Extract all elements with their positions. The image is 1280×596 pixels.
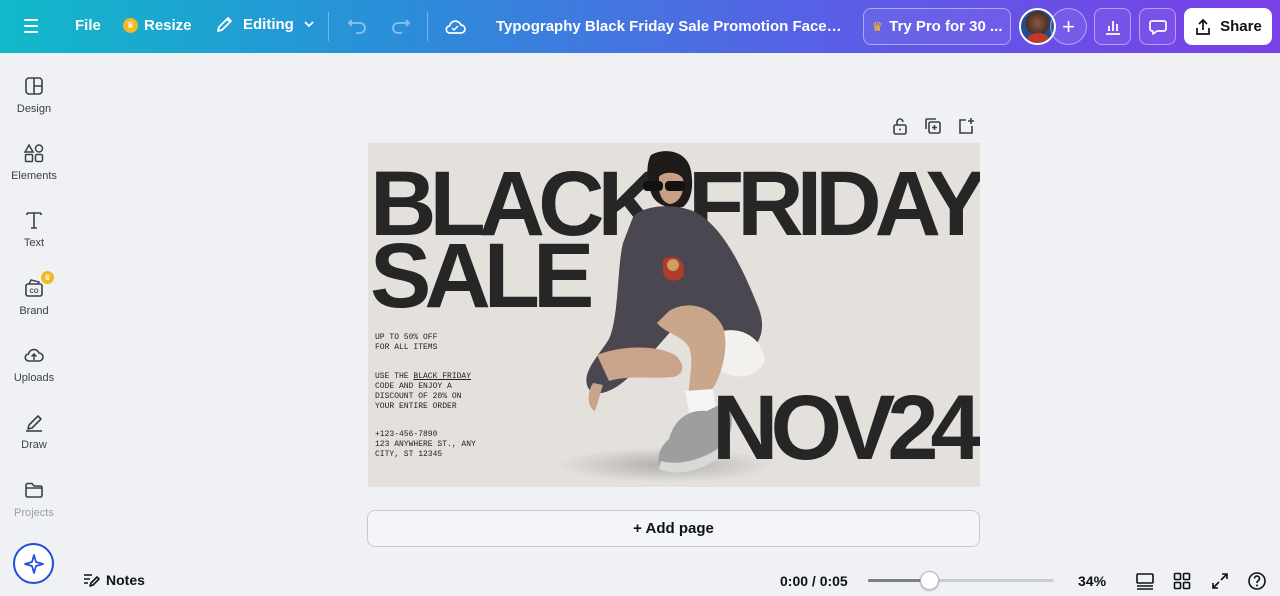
undo-icon[interactable]	[346, 15, 368, 37]
timeline-slider[interactable]	[868, 571, 1054, 590]
plus-icon: +	[1062, 13, 1075, 39]
sidebar-item-projects[interactable]: Projects	[0, 479, 68, 519]
grid-view-icon[interactable]	[1172, 571, 1192, 591]
sidebar-item-label: Elements	[11, 170, 57, 182]
editing-label: Editing	[243, 15, 294, 33]
top-toolbar: File ♛ Resize Editing Typography Black F…	[0, 0, 1280, 53]
file-label: File	[75, 17, 101, 34]
sparkle-icon	[23, 553, 44, 574]
menu-icon[interactable]	[22, 16, 44, 36]
code-rest: CODE AND ENJOY A DISCOUNT OF 20% ON YOUR…	[375, 382, 462, 411]
sidebar-item-elements[interactable]: Elements	[0, 142, 68, 182]
svg-text:CO: CO	[30, 289, 39, 295]
draw-icon	[26, 415, 42, 432]
add-page-label: + Add page	[633, 520, 714, 537]
share-label: Share	[1220, 18, 1262, 35]
chevron-down-icon	[304, 21, 314, 28]
toolbar-divider	[328, 12, 329, 41]
editing-mode-button[interactable]: Editing	[215, 14, 316, 34]
pencil-icon	[217, 17, 232, 32]
headline-date: NOV24	[712, 377, 980, 479]
fullscreen-icon[interactable]	[1210, 571, 1230, 591]
offer-text: UP TO 50% OFF FOR ALL ITEMS	[375, 333, 438, 352]
toolbar-divider	[427, 12, 428, 41]
notes-icon	[84, 574, 100, 587]
crown-icon: ♛	[871, 18, 884, 34]
sidebar-item-text[interactable]: Text	[0, 209, 68, 249]
insights-button[interactable]	[1094, 8, 1131, 45]
try-pro-label: Try Pro for 30 ...	[889, 18, 1003, 35]
redo-icon[interactable]	[390, 15, 412, 37]
add-page-button[interactable]: + Add page	[367, 510, 980, 547]
design-icon	[25, 77, 43, 95]
add-page-icon[interactable]	[956, 116, 976, 136]
timeline-slider-thumb[interactable]	[920, 571, 940, 590]
uploads-icon	[24, 348, 44, 362]
code-prefix: USE THE	[375, 372, 414, 381]
cloud-saved-icon[interactable]	[443, 15, 467, 37]
bar-chart-icon	[1105, 20, 1120, 35]
resize-label: Resize	[144, 17, 192, 34]
headline-sale: SALE	[370, 225, 594, 327]
magic-assistant-button[interactable]	[13, 543, 54, 584]
code-link: BLACK FRIDAY	[413, 372, 472, 381]
upload-share-icon	[1196, 18, 1210, 35]
sidebar-item-label: Uploads	[13, 372, 55, 384]
left-sidebar: Design Elements Text ♛ CO Brand Uploads …	[0, 53, 68, 596]
elements-icon	[23, 143, 44, 163]
contact-text: +123-456-7890 123 ANYWHERE ST., ANY CITY…	[375, 430, 476, 459]
projects-icon	[25, 482, 43, 498]
sidebar-item-brand[interactable]: ♛ CO Brand	[0, 271, 68, 317]
crown-icon: ♛	[41, 271, 54, 284]
sidebar-item-uploads[interactable]: Uploads	[0, 344, 68, 384]
zoom-level[interactable]: 34%	[1078, 573, 1106, 589]
timer-readout: 0:00 / 0:05	[780, 573, 848, 589]
crown-icon: ♛	[123, 18, 138, 33]
sidebar-item-label: Draw	[21, 439, 47, 451]
comment-icon	[1148, 19, 1167, 35]
notes-button[interactable]: Notes	[82, 571, 145, 589]
sidebar-item-label: Projects	[14, 507, 54, 519]
sidebar-item-design[interactable]: Design	[0, 75, 68, 115]
text-icon	[26, 212, 42, 229]
duplicate-page-icon[interactable]	[923, 116, 943, 136]
comments-button[interactable]	[1139, 8, 1176, 45]
sidebar-item-label: Brand	[19, 305, 49, 317]
sidebar-item-draw[interactable]: Draw	[0, 411, 68, 451]
design-canvas[interactable]: BLACK FRIDAY SALE NOV24 UP TO 50% OFF FO…	[368, 143, 980, 487]
page-view-icon[interactable]	[1135, 571, 1155, 591]
file-menu-button[interactable]: File	[75, 17, 101, 34]
discount-code-text: USE THE BLACK FRIDAY CODE AND ENJOY A DI…	[375, 372, 471, 412]
try-pro-button[interactable]: ♛ Try Pro for 30 ...	[863, 8, 1011, 45]
notes-label: Notes	[106, 572, 145, 588]
resize-button[interactable]: ♛ Resize	[123, 17, 192, 34]
sidebar-item-label: Design	[16, 103, 52, 115]
document-title[interactable]: Typography Black Friday Sale Promotion F…	[496, 18, 844, 35]
add-collaborator-button[interactable]: +	[1050, 8, 1087, 45]
sidebar-item-label: Text	[23, 237, 45, 249]
lock-icon[interactable]	[890, 116, 910, 136]
help-icon[interactable]	[1247, 571, 1267, 591]
share-button[interactable]: Share	[1184, 8, 1272, 45]
